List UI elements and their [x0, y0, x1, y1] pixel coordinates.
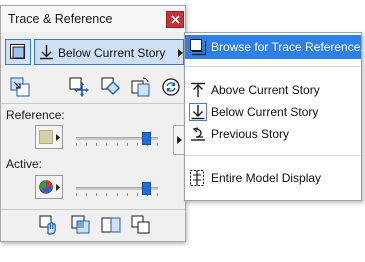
menu-item-below-current-story[interactable]: Below Current Story [185, 100, 361, 124]
mirror-reference-button[interactable] [131, 77, 151, 97]
active-label: Active: [6, 157, 43, 171]
trace-reference-palette: Trace & Reference Below Current Story Re… [0, 5, 186, 242]
swap-reference-button[interactable] [10, 77, 30, 97]
reference-slider-thumb[interactable] [141, 132, 151, 145]
chevron-right-icon [177, 136, 182, 144]
reference-color-swatch [39, 130, 53, 144]
menu-item-above-current-story[interactable]: Above Current Story [185, 78, 361, 102]
menu-item-label: Entire Model Display [211, 171, 322, 185]
model-display-icon [190, 170, 204, 186]
swap-icon [10, 77, 30, 97]
browse-icon [190, 39, 207, 56]
chevron-right-icon [56, 184, 60, 191]
reset-icon [162, 78, 180, 96]
palette-title-bar[interactable]: Trace & Reference [1, 6, 185, 32]
close-icon [171, 15, 180, 24]
rotate-reference-button[interactable] [101, 77, 121, 97]
menu-item-label: Browse for Trace Reference... [211, 40, 365, 54]
menu-item-browse[interactable]: Browse for Trace Reference... [185, 35, 365, 59]
stacked-windows-icon [131, 215, 150, 234]
active-slider-thumb[interactable] [141, 182, 151, 195]
reference-selector-label: Below Current Story [58, 46, 166, 60]
split-view-icon [101, 217, 121, 233]
above-story-icon [191, 82, 205, 97]
menu-item-label: Below Current Story [211, 105, 319, 119]
overlay-icon [71, 215, 90, 234]
reference-color-button[interactable] [35, 125, 63, 149]
trace-toggle-button[interactable] [5, 39, 31, 65]
stack-view-button[interactable] [131, 215, 151, 235]
mirror-icon [131, 77, 150, 97]
previous-story-icon [191, 127, 205, 141]
menu-separator [185, 66, 361, 67]
menu-separator [185, 155, 361, 156]
menu-item-entire-model-display[interactable]: Entire Model Display [185, 166, 361, 190]
chevron-right-icon [56, 134, 60, 141]
palette-separator [1, 103, 185, 104]
below-story-icon [189, 103, 207, 121]
edit-reference-button[interactable] [39, 215, 59, 235]
move-reference-button[interactable] [69, 77, 89, 97]
reference-selector-button[interactable]: Below Current Story [34, 39, 184, 65]
rotate-diamond-icon [101, 77, 120, 95]
color-wheel-icon [39, 180, 53, 194]
move-icon [69, 77, 89, 97]
menu-item-previous-story[interactable]: Previous Story [185, 122, 361, 146]
active-color-button[interactable] [35, 175, 63, 199]
close-button[interactable] [166, 11, 184, 28]
split-view-button[interactable] [101, 215, 121, 235]
palette-title: Trace & Reference [8, 12, 113, 26]
compare-overlay-button[interactable] [71, 215, 91, 235]
hand-select-icon [39, 215, 56, 235]
reference-label: Reference: [6, 108, 65, 122]
chevron-right-icon [178, 49, 183, 57]
trace-window-icon [10, 44, 25, 59]
reset-reference-button[interactable] [161, 77, 181, 97]
menu-item-label: Previous Story [211, 127, 290, 141]
reference-menu: Browse for Trace Reference... Above Curr… [184, 32, 365, 201]
menu-item-label: Above Current Story [211, 83, 320, 97]
down-arrow-story-icon [40, 45, 53, 60]
palette-separator [1, 209, 185, 210]
